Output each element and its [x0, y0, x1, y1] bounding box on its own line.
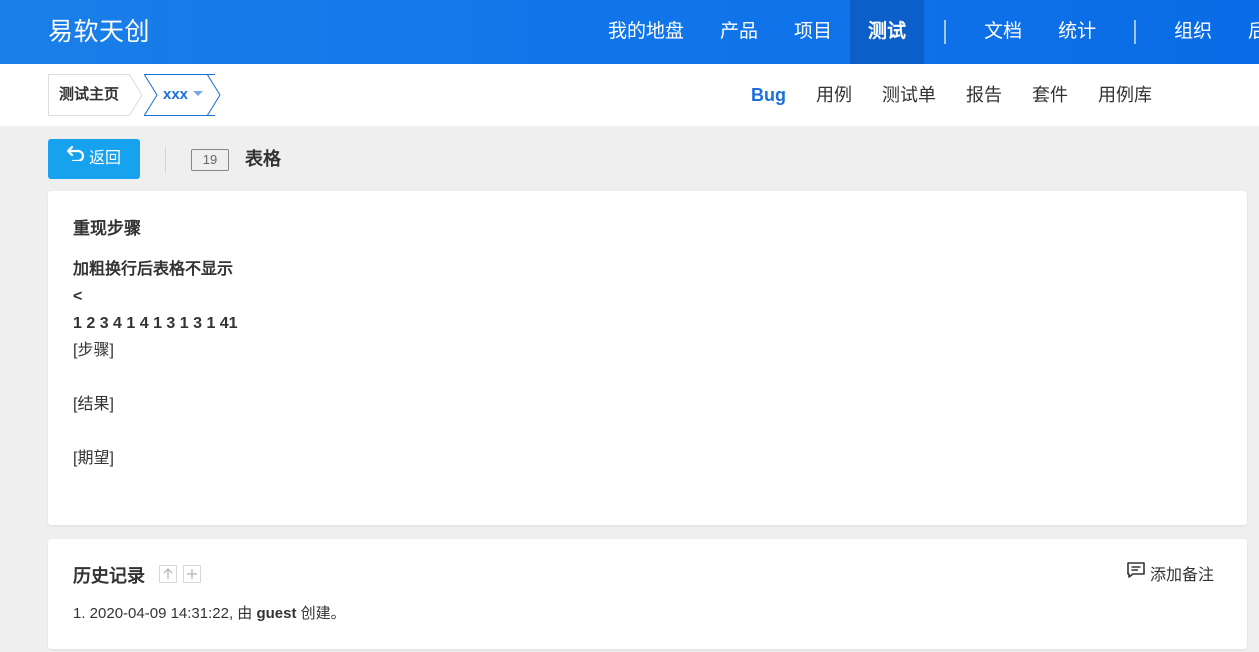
bug-title: 表格	[245, 149, 281, 169]
breadcrumb-product-switcher[interactable]: xxx	[145, 74, 216, 116]
steps-step-label: [步骤]	[73, 342, 114, 359]
top-navbar: 易软天创 我的地盘 产品 项目 测试 文档 统计 组织 后	[0, 0, 1259, 64]
history-entry: 1. 2020-04-09 14:31:22, 由 guest 创建。	[73, 603, 346, 625]
history-entry-user: guest	[256, 605, 297, 622]
history-expand-button[interactable]	[183, 565, 201, 583]
add-note-label: 添加备注	[1149, 567, 1214, 585]
nav-item-product[interactable]: 产品	[702, 0, 776, 64]
steps-title: 重现步骤	[73, 219, 141, 238]
subnav-item-bug[interactable]: Bug	[736, 64, 801, 126]
nav-item-company[interactable]: 组织	[1156, 0, 1230, 64]
back-button-label: 返回	[88, 150, 121, 168]
steps-expect-label: [期望]	[73, 450, 114, 467]
subnav-item-caselib[interactable]: 用例库	[1083, 64, 1167, 126]
subnav-item-testtask[interactable]: 测试单	[867, 64, 951, 126]
brand-title[interactable]: 易软天创	[48, 16, 150, 48]
breadcrumb-separator-icon	[129, 74, 143, 116]
comment-icon	[1126, 561, 1146, 587]
nav-item-project[interactable]: 项目	[776, 0, 850, 64]
back-button[interactable]: 返回	[48, 139, 140, 179]
history-entry-suffix: 创建。	[296, 605, 346, 622]
plus-icon	[187, 569, 197, 579]
steps-line: <	[73, 288, 83, 305]
subnav-item-report[interactable]: 报告	[951, 64, 1017, 126]
history-title: 历史记录	[73, 566, 145, 586]
subnav-item-suite[interactable]: 套件	[1017, 64, 1083, 126]
undo-arrow-icon	[66, 137, 85, 177]
arrow-up-icon	[163, 568, 173, 579]
bug-id-badge: 19	[191, 149, 229, 171]
breadcrumb-separator-icon	[207, 74, 221, 116]
steps-line: 加粗换行后表格不显示	[73, 261, 234, 278]
nav-item-doc[interactable]: 文档	[966, 0, 1040, 64]
history-card: 历史记录 添加备注 1. 2020-04-09 14:31:22, 由 gues…	[48, 539, 1247, 649]
steps-line: 1 2 3 4 1 4 1 3 1 3 1 41	[73, 315, 238, 332]
nav-item-test[interactable]: 测试	[850, 0, 925, 64]
breadcrumb-product-label: xxx	[163, 86, 189, 103]
sub-nav: Bug 用例 测试单 报告 套件 用例库	[736, 64, 1167, 126]
divider	[165, 147, 166, 173]
add-note-button[interactable]: 添加备注	[1126, 561, 1214, 589]
nav-item-admin[interactable]: 后	[1230, 0, 1259, 64]
breadcrumb-home[interactable]: 测试主页	[48, 74, 130, 116]
sub-navbar: 测试主页 xxx Bug 用例 测试单 报告 套件 用例库	[0, 64, 1259, 126]
nav-item-report[interactable]: 统计	[1040, 0, 1114, 64]
steps-result-label: [结果]	[73, 396, 114, 413]
nav-separator	[1134, 20, 1137, 44]
steps-content: 加粗换行后表格不显示 < 1 2 3 4 1 4 1 3 1 3 1 41 [步…	[73, 256, 238, 472]
history-sort-button[interactable]	[159, 565, 177, 583]
nav-separator	[944, 20, 947, 44]
caret-down-icon	[193, 90, 204, 96]
steps-card: 重现步骤 加粗换行后表格不显示 < 1 2 3 4 1 4 1 3 1 3 1 …	[48, 191, 1247, 525]
subnav-item-case[interactable]: 用例	[801, 64, 867, 126]
nav-item-my-dashboard[interactable]: 我的地盘	[590, 0, 702, 64]
history-entry-prefix: 1. 2020-04-09 14:31:22, 由	[73, 605, 257, 622]
main-nav: 我的地盘 产品 项目 测试 文档 统计 组织 后	[590, 0, 1259, 64]
